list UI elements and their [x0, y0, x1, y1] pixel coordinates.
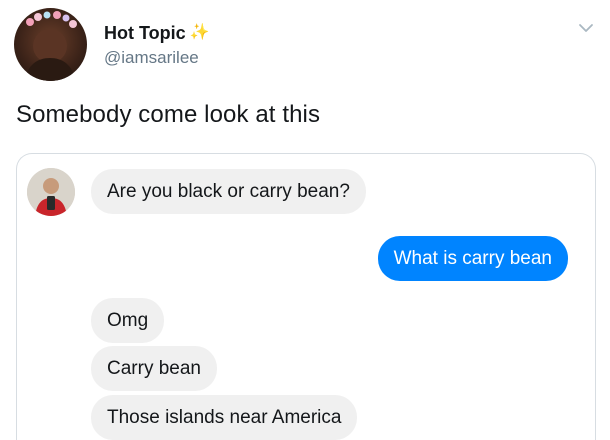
tweet-text: Somebody come look at this	[16, 101, 321, 128]
screenshot-card[interactable]: Are you black or carry bean? What is car…	[16, 153, 596, 440]
display-name[interactable]: Hot Topic ✨	[104, 22, 210, 44]
sparkle-icon: ✨	[189, 24, 210, 41]
chat-message-outgoing: What is carry bean	[377, 236, 568, 281]
chat-message-incoming: Are you black or carry bean?	[91, 169, 366, 214]
chat-avatar	[27, 168, 75, 216]
chat-message-incoming: Omg	[91, 298, 165, 343]
display-name-text: Hot Topic	[104, 23, 186, 43]
chat-message-incoming: Those islands near America	[91, 395, 358, 440]
chevron-down-icon[interactable]	[576, 18, 596, 38]
avatar-photo	[24, 11, 77, 81]
chat-avatar-photo	[27, 168, 75, 216]
chat-message-incoming: Carry bean	[91, 346, 217, 391]
avatar[interactable]	[14, 8, 87, 81]
user-handle[interactable]: @iamsarilee	[104, 48, 199, 68]
